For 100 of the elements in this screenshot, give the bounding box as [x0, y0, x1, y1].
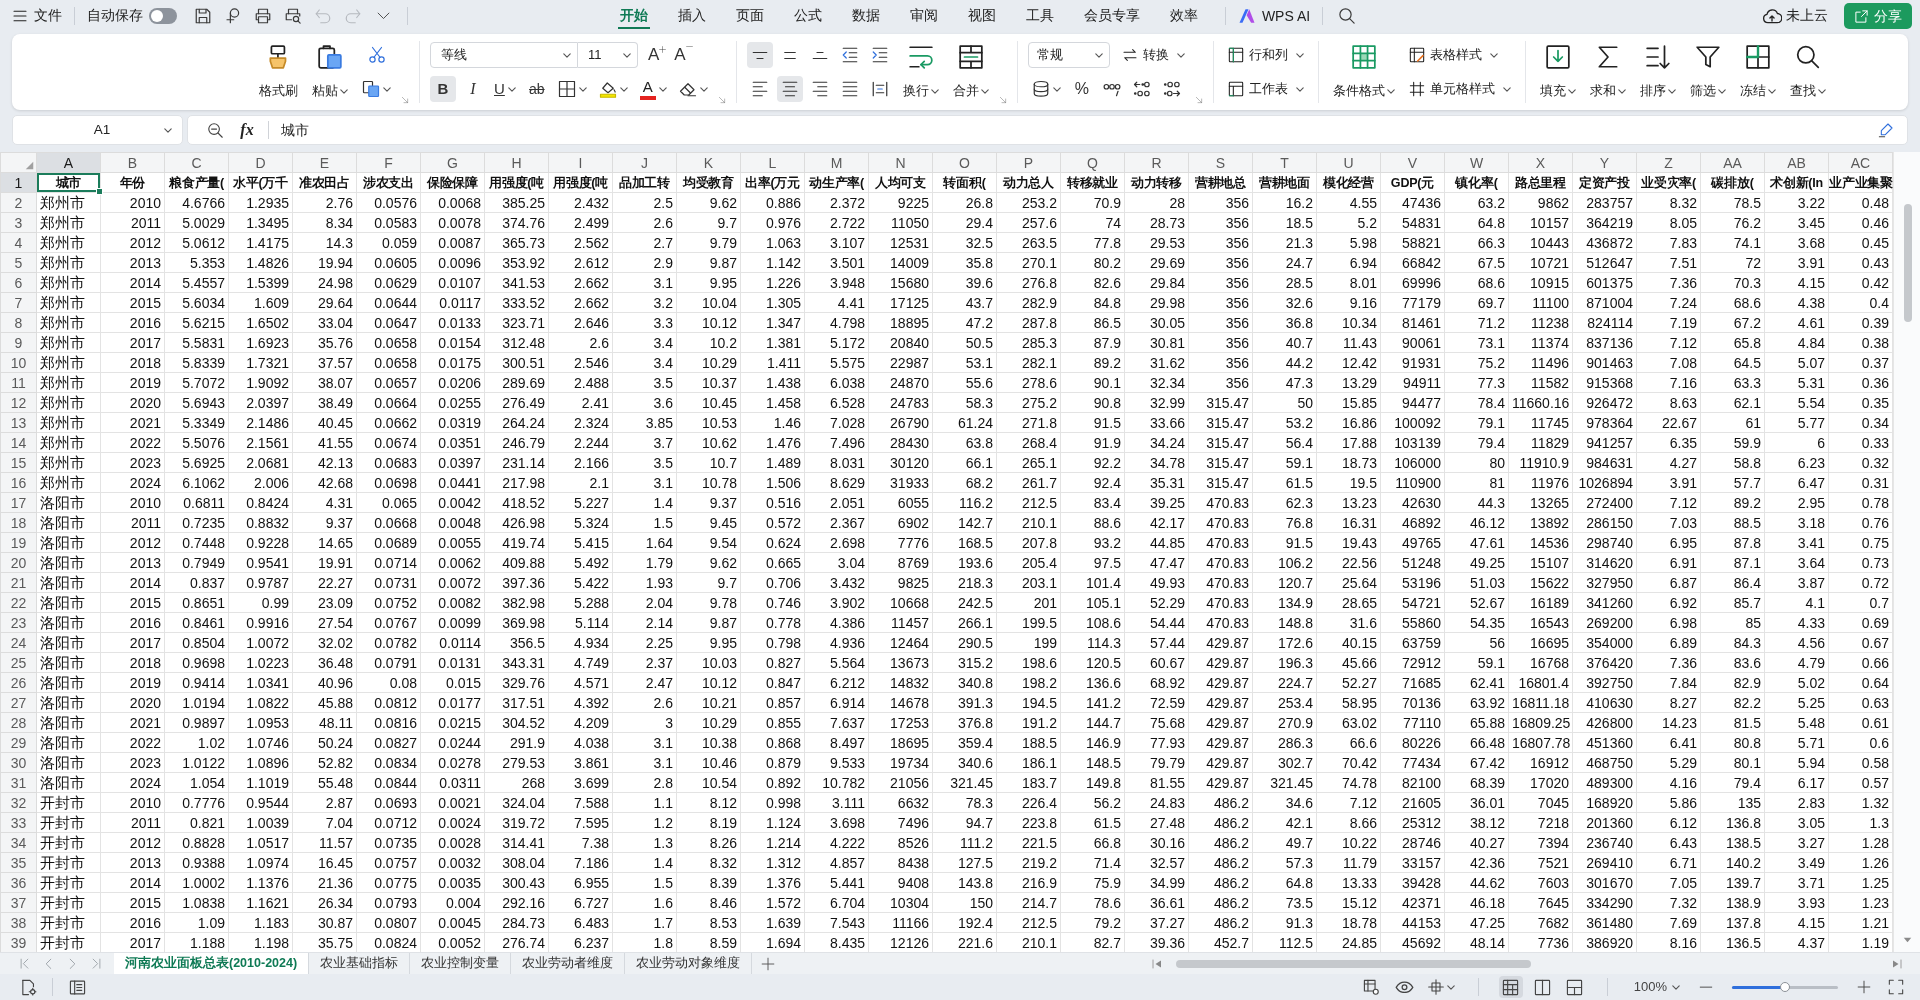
table-cell[interactable]: 2.546	[548, 352, 613, 373]
font-color-button[interactable]: A	[635, 76, 671, 102]
table-cell[interactable]: 1.5399	[228, 272, 293, 293]
table-cell[interactable]: 289.69	[484, 372, 549, 393]
table-cell[interactable]: 426.98	[484, 512, 549, 533]
column-header[interactable]: J	[612, 152, 677, 173]
table-cell[interactable]: 86.4	[1700, 572, 1765, 593]
table-cell[interactable]: 134.9	[1252, 592, 1317, 613]
table-cell[interactable]: 0.0062	[420, 552, 485, 573]
conditional-format-button[interactable]: 条件格式	[1328, 41, 1399, 103]
table-cell[interactable]: 429.87	[1188, 732, 1253, 753]
normal-view-button[interactable]	[1498, 976, 1523, 998]
table-cell[interactable]: 68.6	[1444, 272, 1509, 293]
table-cell[interactable]: 44.3	[1444, 492, 1509, 513]
row-header[interactable]: 18	[0, 512, 37, 533]
column-header[interactable]: K	[676, 152, 741, 173]
row-header[interactable]: 22	[0, 592, 37, 613]
table-cell[interactable]: 0.0791	[356, 652, 421, 673]
table-cell[interactable]: 7521	[1508, 852, 1573, 873]
table-cell[interactable]: 253.4	[1252, 692, 1317, 713]
table-cell[interactable]: 271.8	[996, 412, 1061, 433]
table-cell[interactable]: 0.0782	[356, 632, 421, 653]
table-cell[interactable]: 253.2	[996, 192, 1061, 213]
table-cell[interactable]: 洛阳市	[36, 592, 101, 613]
table-cell[interactable]: 52.27	[1316, 672, 1381, 693]
table-cell[interactable]: 40.96	[292, 672, 357, 693]
table-cell[interactable]: 2.1	[548, 472, 613, 493]
table-cell[interactable]: 291.9	[484, 732, 549, 753]
table-cell[interactable]: 28430	[868, 432, 933, 453]
table-cell[interactable]: 376420	[1572, 652, 1637, 673]
table-cell[interactable]: 6.47	[1764, 472, 1829, 493]
table-cell[interactable]: 3.501	[804, 252, 869, 273]
table-cell[interactable]: 144.7	[1060, 712, 1125, 733]
table-cell[interactable]: 4.61	[1764, 312, 1829, 333]
table-cell[interactable]: 315.47	[1188, 432, 1253, 453]
table-cell[interactable]: 1.7321	[228, 352, 293, 373]
table-cell[interactable]: 5.54	[1764, 392, 1829, 413]
table-cell[interactable]: 10.21	[676, 692, 741, 713]
table-cell[interactable]: 356	[1188, 272, 1253, 293]
table-cell[interactable]: 382.98	[484, 592, 549, 613]
table-cell[interactable]: 0.8504	[164, 632, 229, 653]
table-cell[interactable]: 304.52	[484, 712, 549, 733]
table-cell[interactable]: 9.45	[676, 512, 741, 533]
ai-button[interactable]: WPS AI	[1237, 7, 1311, 25]
table-cell[interactable]: 148.5	[1060, 752, 1125, 773]
table-cell[interactable]: 9.79	[676, 232, 741, 253]
table-cell[interactable]: 97.5	[1060, 552, 1125, 573]
table-cell[interactable]: 116.2	[932, 492, 997, 513]
table-cell[interactable]: 1.124	[740, 812, 805, 833]
table-cell[interactable]: 9.7	[676, 572, 741, 593]
table-cell[interactable]: 369.98	[484, 612, 549, 633]
table-cell[interactable]: 0.9787	[228, 572, 293, 593]
table-cell[interactable]: 0.0131	[420, 652, 485, 673]
table-cell[interactable]: 142.7	[932, 512, 997, 533]
table-cell[interactable]: 6.483	[548, 912, 613, 933]
table-cell[interactable]: 路总里程	[1508, 172, 1573, 193]
row-header[interactable]: 37	[0, 892, 37, 913]
table-cell[interactable]: 镇化率(	[1444, 172, 1509, 193]
worksheet-button[interactable]: 工作表	[1223, 76, 1308, 102]
table-cell[interactable]: 0.58	[1828, 752, 1893, 773]
shrink-font-button[interactable]: A	[670, 42, 697, 68]
table-cell[interactable]: 6.038	[804, 372, 869, 393]
table-cell[interactable]: 6.12	[1636, 812, 1701, 833]
table-cell[interactable]: 0.821	[164, 812, 229, 833]
table-cell[interactable]: 0.0397	[420, 452, 485, 473]
table-cell[interactable]: 营耕地总	[1188, 172, 1253, 193]
table-cell[interactable]: 1.9092	[228, 372, 293, 393]
table-cell[interactable]: 94477	[1380, 392, 1445, 413]
table-cell[interactable]: 207.8	[996, 532, 1061, 553]
table-cell[interactable]: 7.36	[1636, 272, 1701, 293]
table-cell[interactable]: 212.5	[996, 912, 1061, 933]
freeze-button[interactable]: 冻结	[1735, 41, 1780, 103]
table-cell[interactable]: 6.23	[1764, 452, 1829, 473]
table-cell[interactable]: 4.392	[548, 692, 613, 713]
table-cell[interactable]: 3	[612, 712, 677, 733]
table-cell[interactable]: 5.25	[1764, 692, 1829, 713]
table-cell[interactable]: 106.2	[1252, 552, 1317, 573]
table-cell[interactable]: 92.4	[1060, 472, 1125, 493]
table-cell[interactable]: 定资产投	[1572, 172, 1637, 193]
table-cell[interactable]: 0.857	[740, 692, 805, 713]
table-cell[interactable]: 62.3	[1252, 492, 1317, 513]
table-cell[interactable]: 0.0647	[356, 312, 421, 333]
table-cell[interactable]: 87.8	[1700, 532, 1765, 553]
table-cell[interactable]: 0.45	[1828, 232, 1893, 253]
table-cell[interactable]: 24.83	[1124, 792, 1189, 813]
table-cell[interactable]: 42.68	[292, 472, 357, 493]
table-cell[interactable]: 0.61	[1828, 712, 1893, 733]
table-cell[interactable]: 0.8832	[228, 512, 293, 533]
table-cell[interactable]: 397.36	[484, 572, 549, 593]
table-cell[interactable]: 0.7776	[164, 792, 229, 813]
table-cell[interactable]: 68.2	[932, 472, 997, 493]
table-cell[interactable]: 11910.9	[1508, 452, 1573, 473]
table-cell[interactable]: 91.3	[1252, 912, 1317, 933]
table-cell[interactable]: 4.31	[292, 492, 357, 513]
table-cell[interactable]: 0.0107	[420, 272, 485, 293]
table-cell[interactable]: 14009	[868, 252, 933, 273]
table-cell[interactable]: 21.3	[1252, 232, 1317, 253]
table-cell[interactable]: 5.86	[1636, 792, 1701, 813]
table-cell[interactable]: 82100	[1380, 772, 1445, 793]
table-cell[interactable]: 0.0712	[356, 812, 421, 833]
